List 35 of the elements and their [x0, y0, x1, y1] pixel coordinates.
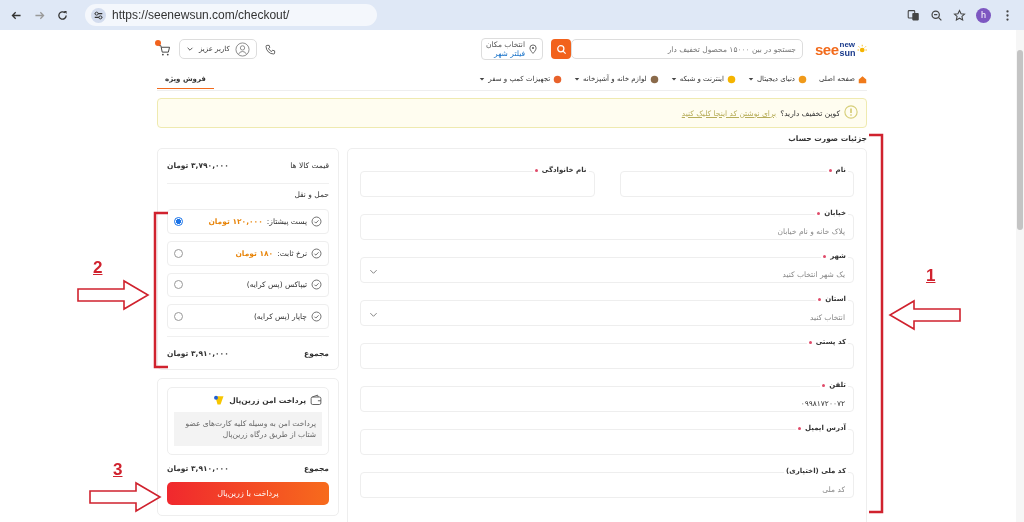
- radio-button[interactable]: [174, 216, 183, 226]
- site-settings-icon[interactable]: [91, 7, 106, 23]
- chevron-down-icon: [186, 45, 194, 53]
- translate-icon[interactable]: [907, 8, 920, 22]
- logo-text: see: [815, 40, 839, 58]
- info-icon: [844, 105, 858, 121]
- star-icon[interactable]: [953, 8, 966, 22]
- profile-avatar[interactable]: h: [976, 7, 991, 23]
- category-icon: [797, 74, 807, 84]
- search-icon: [555, 43, 567, 55]
- annotation-number: 1: [926, 266, 936, 286]
- annotation-number: 2: [93, 258, 103, 278]
- wallet-icon: [310, 394, 322, 406]
- user-icon: [234, 41, 250, 57]
- zarinpal-logo-icon: [213, 394, 226, 406]
- logo-text: new: [839, 40, 856, 49]
- category-icon: [726, 74, 736, 84]
- home-icon: [858, 74, 867, 84]
- search-button[interactable]: [551, 39, 571, 59]
- check-circle-icon: [311, 247, 322, 259]
- check-circle-icon: [311, 279, 322, 291]
- location-pin-icon: [528, 44, 538, 54]
- check-circle-icon: [311, 311, 322, 323]
- pay-button[interactable]: پرداخت با زرین‌پال: [167, 482, 329, 505]
- cart-icon[interactable]: [157, 42, 171, 56]
- phone-icon[interactable]: [264, 43, 276, 55]
- logo-text: sun: [839, 48, 856, 58]
- check-circle-icon: [311, 215, 322, 227]
- zoom-icon[interactable]: [930, 8, 943, 22]
- category-icon: [649, 74, 659, 84]
- category-icon: [553, 74, 563, 84]
- reload-icon[interactable]: [56, 8, 69, 22]
- annotation-number: 3: [113, 460, 123, 480]
- address-bar[interactable]: https://seenewsun.com/checkout/: [85, 4, 377, 26]
- scrollbar[interactable]: [1016, 30, 1024, 522]
